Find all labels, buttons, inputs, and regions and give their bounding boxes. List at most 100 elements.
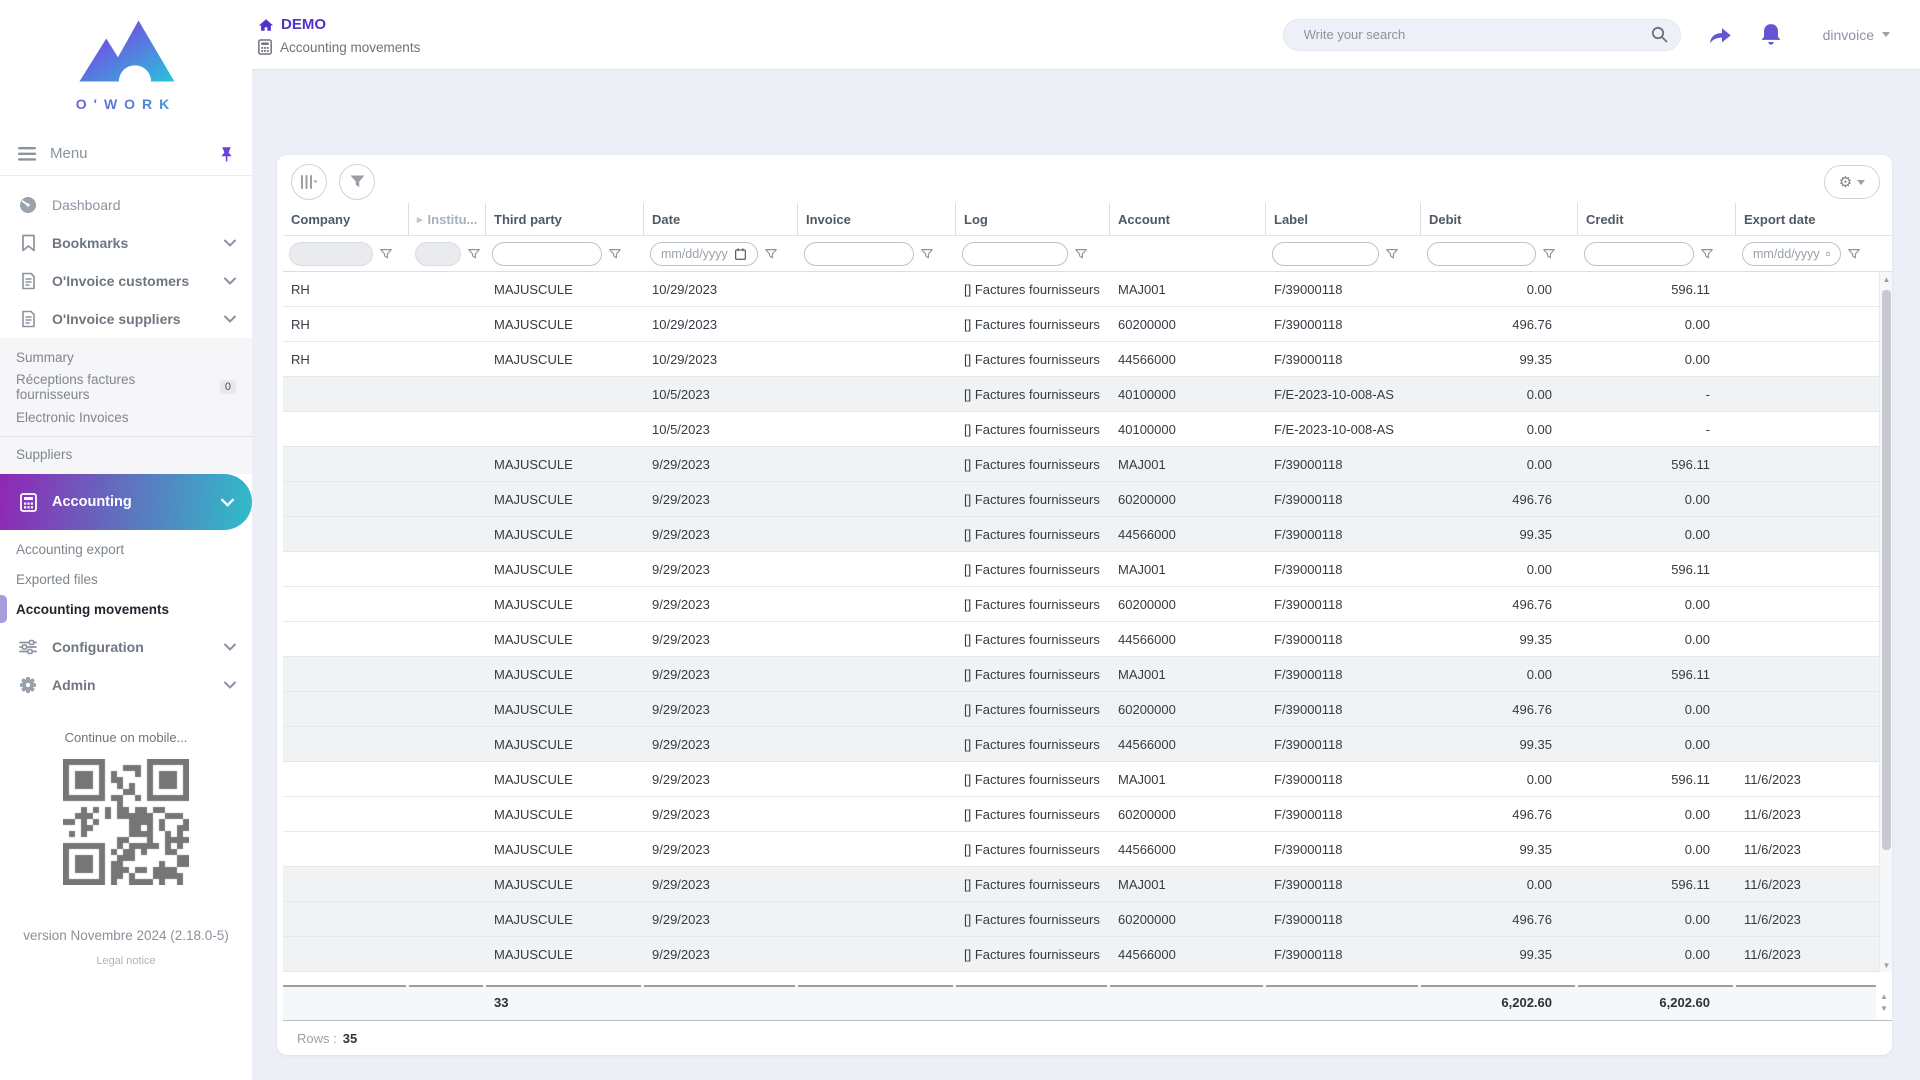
filter-cell-log [956, 236, 1110, 271]
table-row[interactable]: MAJUSCULE9/29/2023[] Factures fournisseu… [283, 517, 1892, 552]
filter-funnel-icon[interactable] [1385, 247, 1399, 261]
vertical-scrollbar[interactable]: ▲▼ [1879, 272, 1892, 972]
user-menu[interactable]: dinvoice [1823, 27, 1890, 43]
cell-institution [409, 552, 486, 586]
filter-funnel-icon[interactable] [1700, 247, 1714, 261]
column-header-account[interactable]: Account [1110, 203, 1266, 235]
table-row[interactable]: 10/5/2023[] Factures fournisseurs4010000… [283, 377, 1892, 412]
column-header-third_party[interactable]: Third party [486, 203, 644, 235]
cell-company: RH [283, 307, 409, 341]
filter-date[interactable]: mm/dd/yyyy [650, 242, 758, 266]
column-header-label[interactable]: Label [1266, 203, 1421, 235]
table-row[interactable]: MAJUSCULE9/29/2023[] Factures fournisseu… [283, 482, 1892, 517]
table-row[interactable]: MAJUSCULE9/29/2023[] Factures fournisseu… [283, 447, 1892, 482]
sidebar-item-exported-files[interactable]: Exported files [0, 564, 252, 594]
share-icon[interactable] [1707, 24, 1733, 46]
sidebar-item-oinvoice-suppliers[interactable]: O'Invoice suppliers [0, 300, 252, 338]
column-header-company[interactable]: Company [283, 203, 409, 235]
filter-funnel-icon[interactable] [764, 247, 778, 261]
sidebar-item-accounting[interactable]: Accounting [0, 474, 252, 530]
bell-icon[interactable] [1759, 22, 1783, 47]
cell-log: [] Factures fournisseurs [956, 307, 1110, 341]
legal-notice-link[interactable]: Legal notice [0, 955, 252, 967]
sidebar-item-oinvoice-customers[interactable]: O'Invoice customers [0, 262, 252, 300]
cell-company [283, 937, 409, 971]
sidebar-item-label: Admin [52, 677, 96, 693]
cell-log: [] Factures fournisseurs [956, 937, 1110, 971]
filter-funnel-icon[interactable] [1542, 247, 1556, 261]
column-header-credit[interactable]: Credit [1578, 203, 1736, 235]
table-row[interactable]: RHMAJUSCULE10/29/2023[] Factures fournis… [283, 342, 1892, 377]
scrollbar-thumb[interactable] [1882, 290, 1891, 850]
calendar-icon[interactable] [1826, 247, 1830, 261]
table-row[interactable]: MAJUSCULE9/29/2023[] Factures fournisseu… [283, 902, 1892, 937]
sidebar-item-admin[interactable]: Admin [0, 666, 252, 704]
mobile-section: Continue on mobile... version Novembre 2… [0, 730, 252, 967]
table-row[interactable]: RHMAJUSCULE10/29/2023[] Factures fournis… [283, 272, 1892, 307]
sidebar-item-electronic-invoices[interactable]: Electronic Invoices [0, 402, 252, 432]
filter-funnel-icon[interactable] [920, 247, 934, 261]
calendar-icon[interactable] [734, 247, 747, 261]
table-row[interactable]: RHMAJUSCULE10/29/2023[] Factures fournis… [283, 307, 1892, 342]
totals-scroll-arrows[interactable]: ▲▼ [1876, 985, 1892, 1020]
filter-invoice[interactable] [804, 242, 914, 266]
scroll-up-arrow[interactable]: ▲ [1880, 272, 1892, 286]
column-header-invoice[interactable]: Invoice [798, 203, 956, 235]
table-row[interactable]: MAJUSCULE9/29/2023[] Factures fournisseu… [283, 762, 1892, 797]
filter-export_date[interactable]: mm/dd/yyyy [1742, 242, 1841, 266]
filter-third_party[interactable] [492, 242, 602, 266]
table-row[interactable]: 10/5/2023[] Factures fournisseurs4010000… [283, 412, 1892, 447]
column-header-debit[interactable]: Debit [1421, 203, 1578, 235]
table-row[interactable]: MAJUSCULE9/29/2023[] Factures fournisseu… [283, 657, 1892, 692]
table-row[interactable]: MAJUSCULE9/29/2023[] Factures fournisseu… [283, 692, 1892, 727]
column-header-log[interactable]: Log [956, 203, 1110, 235]
cell-credit: - [1578, 412, 1736, 446]
filter-funnel-icon[interactable] [467, 247, 481, 261]
table-row[interactable]: MAJUSCULE9/29/2023[] Factures fournisseu… [283, 937, 1892, 972]
search-input[interactable] [1304, 27, 1651, 42]
table-settings-button[interactable]: ⚙ [1824, 165, 1880, 199]
sidebar-item-dashboard[interactable]: Dashboard [0, 186, 252, 224]
columns-button[interactable] [291, 164, 327, 200]
sidebar-item-bookmarks[interactable]: Bookmarks [0, 224, 252, 262]
search-icon[interactable] [1651, 26, 1668, 43]
filter-funnel-icon[interactable] [1847, 247, 1861, 261]
sidebar-item-receptions[interactable]: Réceptions factures fournisseurs 0 [0, 372, 252, 402]
sidebar-item-suppliers[interactable]: Suppliers [0, 436, 252, 470]
column-header-date[interactable]: Date [644, 203, 798, 235]
filter-debit[interactable] [1427, 242, 1536, 266]
scroll-up-arrow[interactable]: ▲ [1880, 992, 1888, 1001]
pin-icon[interactable] [219, 146, 234, 162]
cell-export_date: 11/6/2023 [1736, 832, 1881, 866]
cell-invoice [798, 692, 956, 726]
table-row[interactable]: MAJUSCULE9/29/2023[] Factures fournisseu… [283, 832, 1892, 867]
filter-label[interactable] [1272, 242, 1379, 266]
search-bar[interactable] [1283, 19, 1681, 51]
table-row[interactable]: MAJUSCULE9/29/2023[] Factures fournisseu… [283, 867, 1892, 902]
cell-debit: 99.35 [1421, 832, 1578, 866]
sidebar-item-summary[interactable]: Summary [0, 342, 252, 372]
scroll-down-arrow[interactable]: ▼ [1880, 1004, 1888, 1013]
filter-credit[interactable] [1584, 242, 1694, 266]
table-row[interactable]: MAJUSCULE9/29/2023[] Factures fournisseu… [283, 587, 1892, 622]
filter-log[interactable] [962, 242, 1068, 266]
filter-funnel-icon[interactable] [379, 247, 393, 261]
filter-funnel-icon[interactable] [1074, 247, 1088, 261]
table-row[interactable]: MAJUSCULE9/29/2023[] Factures fournisseu… [283, 797, 1892, 832]
filter-funnel-icon[interactable] [608, 247, 622, 261]
menu-header[interactable]: Menu [0, 132, 252, 176]
scroll-down-arrow[interactable]: ▼ [1880, 958, 1892, 972]
column-header-institution[interactable]: ▸Institu... [409, 203, 486, 235]
sidebar-item-accounting-movements[interactable]: Accounting movements [0, 594, 252, 624]
filter-button[interactable] [339, 164, 375, 200]
table-row[interactable]: MAJUSCULE9/29/2023[] Factures fournisseu… [283, 552, 1892, 587]
cell-credit: 0.00 [1578, 482, 1736, 516]
cell-export_date [1736, 552, 1881, 586]
column-header-export_date[interactable]: Export date [1736, 203, 1881, 235]
hamburger-icon[interactable] [18, 147, 36, 161]
table-row[interactable]: MAJUSCULE9/29/2023[] Factures fournisseu… [283, 727, 1892, 762]
sidebar-item-accounting-export[interactable]: Accounting export [0, 534, 252, 564]
table-row[interactable]: MAJUSCULE9/29/2023[] Factures fournisseu… [283, 622, 1892, 657]
sidebar-item-configuration[interactable]: Configuration [0, 628, 252, 666]
cell-debit: 0.00 [1421, 762, 1578, 796]
